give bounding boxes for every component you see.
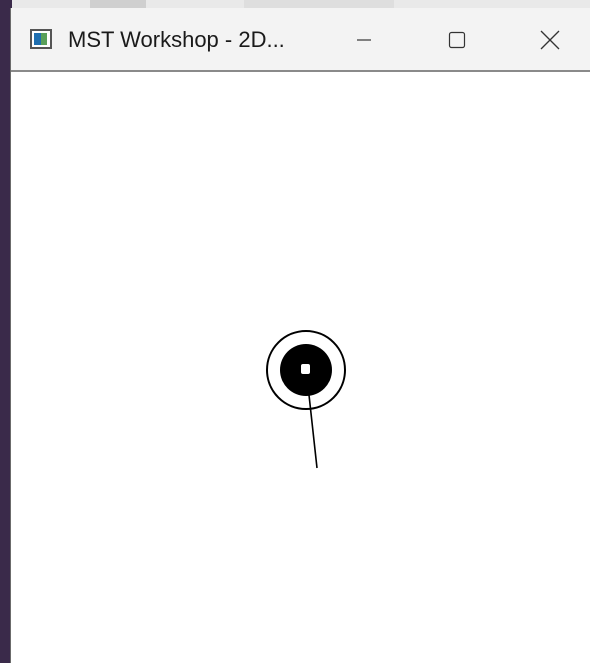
app-icon-blue-pane xyxy=(34,33,41,45)
simulation-canvas[interactable] xyxy=(11,72,590,663)
agent-heading-line xyxy=(308,394,318,469)
app-icon-green-pane xyxy=(41,33,47,45)
title-bar[interactable]: MST Workshop - 2D... xyxy=(11,8,590,72)
desktop-background: MST Workshop - 2D... xyxy=(0,0,590,663)
minimize-icon xyxy=(357,39,371,41)
application-window-icon[interactable] xyxy=(30,29,52,49)
maximize-button[interactable] xyxy=(434,20,480,60)
app-window: MST Workshop - 2D... xyxy=(10,8,590,663)
robot-agent xyxy=(266,330,346,469)
close-button[interactable] xyxy=(527,20,573,60)
close-icon xyxy=(540,30,560,50)
maximize-icon xyxy=(448,31,466,49)
window-title: MST Workshop - 2D... xyxy=(68,27,285,52)
minimize-button[interactable] xyxy=(341,20,387,60)
simulation-scene xyxy=(266,330,346,469)
agent-center-mark xyxy=(301,364,310,374)
